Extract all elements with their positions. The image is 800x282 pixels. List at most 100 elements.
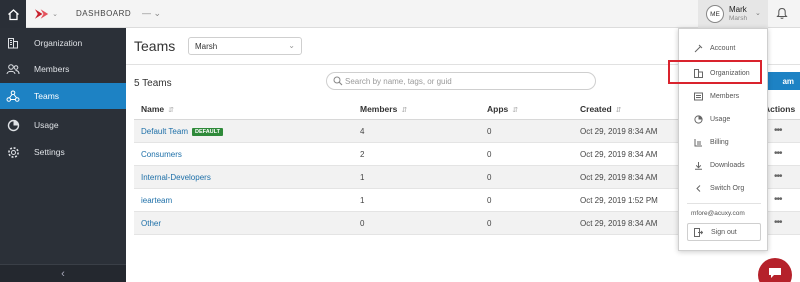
team-name-link[interactable]: Default Team DEFAULT <box>141 127 223 136</box>
team-name[interactable]: Consumers <box>141 150 182 159</box>
chevron-down-icon[interactable]: ⌄ <box>755 9 761 17</box>
chevron-down-icon: ⌄ <box>288 41 295 50</box>
sidebar-item-label: Usage <box>34 120 59 130</box>
column-label: Created <box>580 104 612 114</box>
sidebar-item-teams[interactable]: Teams <box>0 83 126 109</box>
logo-caret-icon: ⌄ <box>52 11 58 18</box>
chat-icon <box>769 268 781 278</box>
menu-item-usage[interactable]: Usage <box>679 108 769 130</box>
sidebar-item-label: Teams <box>34 91 60 101</box>
menu-item-label: Members <box>710 92 740 100</box>
home-button[interactable] <box>0 0 26 28</box>
menu-item-switch-org[interactable]: Switch Org <box>679 177 769 199</box>
column-header-name[interactable]: Name ⇵ <box>141 104 174 114</box>
usage-icon <box>693 114 703 124</box>
created-date: Oct 29, 2019 8:34 AM <box>580 173 658 182</box>
sign-out-label: Sign out <box>711 228 737 236</box>
gear-icon <box>6 145 20 159</box>
members-icon <box>693 91 703 101</box>
sidebar-item-label: Organization <box>34 38 83 48</box>
members-count: 1 <box>360 173 365 182</box>
sidebar-item-settings[interactable]: Settings <box>0 139 126 165</box>
sidebar: Organization Members Teams Usage Setting… <box>0 28 126 282</box>
menu-item-label: Downloads <box>710 161 745 169</box>
menu-item-label: Switch Org <box>710 184 745 192</box>
breadcrumb-selector[interactable]: — ⌄ <box>142 8 161 19</box>
members-icon <box>6 62 20 76</box>
column-header-apps[interactable]: Apps ⇵ <box>487 104 518 114</box>
menu-item-downloads[interactable]: Downloads <box>679 154 769 176</box>
apps-count: 0 <box>487 127 492 136</box>
menu-item-members[interactable]: Members <box>679 85 769 107</box>
team-count: 5 Teams <box>134 78 172 89</box>
chevron-left-icon: ‹ <box>61 267 65 280</box>
top-bar: ⌄ DASHBOARD — ⌄ ME Mark Marsh ⌄ <box>0 0 800 28</box>
more-actions-icon[interactable]: ••• <box>774 171 782 182</box>
sidebar-item-members[interactable]: Members <box>0 56 126 82</box>
sidebar-collapse-button[interactable]: ‹ <box>0 264 126 282</box>
column-header-members[interactable]: Members ⇵ <box>360 104 407 114</box>
chat-button[interactable] <box>758 258 792 282</box>
sign-out-icon <box>694 227 703 237</box>
more-actions-icon[interactable]: ••• <box>774 194 782 205</box>
menu-item-label: Account <box>710 44 736 52</box>
search-field[interactable] <box>326 72 596 90</box>
sign-out-button[interactable]: Sign out <box>687 223 761 241</box>
team-select-value: Marsh <box>195 42 218 51</box>
created-date: Oct 29, 2019 8:34 AM <box>580 127 658 136</box>
menu-item-label: Usage <box>710 115 731 123</box>
billing-icon <box>693 137 703 147</box>
default-badge: DEFAULT <box>192 128 223 136</box>
team-name[interactable]: iearteam <box>141 196 172 205</box>
highlight-box <box>668 60 762 84</box>
apps-count: 0 <box>487 150 492 159</box>
members-count: 0 <box>360 219 365 228</box>
search-input[interactable] <box>345 75 585 88</box>
team-name[interactable]: Default Team <box>141 127 188 136</box>
sidebar-item-usage[interactable]: Usage <box>0 112 126 138</box>
breadcrumb[interactable]: DASHBOARD <box>76 9 131 18</box>
page-title: Teams <box>134 38 176 54</box>
column-label: Apps <box>487 104 509 114</box>
more-actions-icon[interactable]: ••• <box>774 217 782 228</box>
created-date: Oct 29, 2019 1:52 PM <box>580 196 658 205</box>
menu-divider <box>687 203 761 204</box>
team-name[interactable]: Other <box>141 219 161 228</box>
avatar[interactable]: ME <box>706 5 724 23</box>
column-label: Name <box>141 104 165 114</box>
column-header-created[interactable]: Created ⇵ <box>580 104 622 114</box>
user-name[interactable]: Mark <box>729 5 747 14</box>
user-email: mfore@acuxy.com <box>691 210 745 217</box>
building-icon <box>6 36 20 50</box>
team-select[interactable]: Marsh ⌄ <box>188 37 302 55</box>
more-actions-icon[interactable]: ••• <box>774 148 782 159</box>
created-date: Oct 29, 2019 8:34 AM <box>580 219 658 228</box>
pie-chart-icon <box>6 118 20 132</box>
sidebar-item-organization[interactable]: Organization <box>0 30 126 56</box>
bell-icon[interactable] <box>776 7 788 22</box>
account-icon <box>693 43 703 53</box>
user-org[interactable]: Marsh <box>729 15 747 22</box>
teams-icon <box>6 89 20 103</box>
brand-logo[interactable]: ⌄ <box>34 7 58 21</box>
download-icon <box>693 160 703 170</box>
apps-count: 0 <box>487 219 492 228</box>
members-count: 2 <box>360 150 365 159</box>
more-actions-icon[interactable]: ••• <box>774 125 782 136</box>
sort-icon: ⇵ <box>401 107 408 114</box>
column-label: Members <box>360 104 398 114</box>
menu-item-account[interactable]: Account <box>679 37 769 59</box>
brand-logo-icon <box>34 9 49 19</box>
sort-icon: ⇵ <box>512 107 519 114</box>
members-count: 1 <box>360 196 365 205</box>
members-count: 4 <box>360 127 365 136</box>
sort-icon: ⇵ <box>168 107 175 114</box>
menu-item-label: Billing <box>710 138 729 146</box>
sort-icon: ⇵ <box>615 107 622 114</box>
menu-item-billing[interactable]: Billing <box>679 131 769 153</box>
team-name[interactable]: Internal-Developers <box>141 173 211 182</box>
sidebar-item-label: Members <box>34 64 70 74</box>
switch-icon <box>693 183 703 193</box>
search-icon <box>333 76 343 88</box>
apps-count: 0 <box>487 173 492 182</box>
